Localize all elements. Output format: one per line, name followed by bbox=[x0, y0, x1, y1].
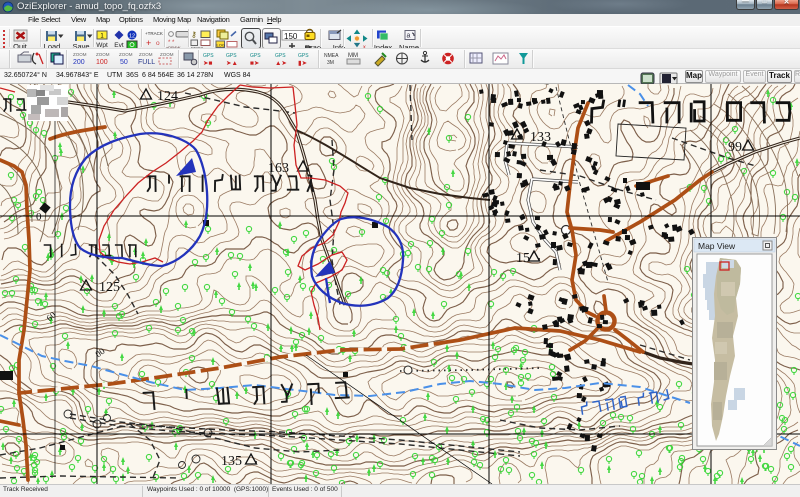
svg-text:➤▲: ➤▲ bbox=[226, 60, 238, 67]
svg-text:GPS: GPS bbox=[203, 53, 214, 59]
svg-text:a: a bbox=[407, 33, 411, 40]
svg-text:ZOOM: ZOOM bbox=[119, 52, 133, 57]
svg-text:125: 125 bbox=[99, 280, 120, 295]
svg-text:■➤: ■➤ bbox=[250, 60, 260, 67]
svg-text:▮➤: ▮➤ bbox=[298, 60, 308, 67]
svg-text:99: 99 bbox=[728, 140, 742, 155]
svg-text:▲➤: ▲➤ bbox=[275, 60, 287, 67]
svg-text:GPS: GPS bbox=[298, 53, 309, 59]
svg-text:GPS: GPS bbox=[250, 53, 261, 59]
svg-text:+: + bbox=[146, 38, 151, 48]
svg-text:200: 200 bbox=[73, 59, 85, 66]
svg-text:ZOOM: ZOOM bbox=[73, 52, 87, 57]
svg-text:ZOOM: ZOOM bbox=[139, 52, 153, 57]
svg-text:FULL: FULL bbox=[138, 59, 155, 66]
svg-text:MM: MM bbox=[348, 53, 358, 59]
svg-text:135: 135 bbox=[221, 454, 242, 469]
svg-text:12: 12 bbox=[129, 34, 135, 40]
svg-text:100: 100 bbox=[96, 59, 108, 66]
svg-text:15: 15 bbox=[516, 251, 530, 266]
svg-text:163: 163 bbox=[268, 161, 289, 176]
svg-text:3M: 3M bbox=[327, 60, 334, 66]
svg-text:NMEA: NMEA bbox=[324, 53, 339, 59]
svg-text:+TRACK: +TRACK bbox=[145, 31, 163, 36]
svg-text:133: 133 bbox=[530, 130, 551, 145]
svg-text:ZOOM: ZOOM bbox=[96, 52, 110, 57]
svg-text:Map View: Map View bbox=[698, 241, 736, 251]
svg-text:50: 50 bbox=[120, 59, 128, 66]
svg-text:GPS: GPS bbox=[226, 53, 237, 59]
svg-text:o: o bbox=[156, 40, 160, 47]
svg-text:➤■: ➤■ bbox=[203, 60, 212, 67]
svg-text:0: 0 bbox=[36, 211, 42, 223]
svg-text:GPS: GPS bbox=[275, 53, 286, 59]
svg-text:124: 124 bbox=[157, 89, 178, 104]
svg-text:ZOOM: ZOOM bbox=[160, 52, 174, 57]
svg-text:LOG: LOG bbox=[217, 43, 225, 48]
svg-text:⚷: ⚷ bbox=[191, 30, 197, 39]
